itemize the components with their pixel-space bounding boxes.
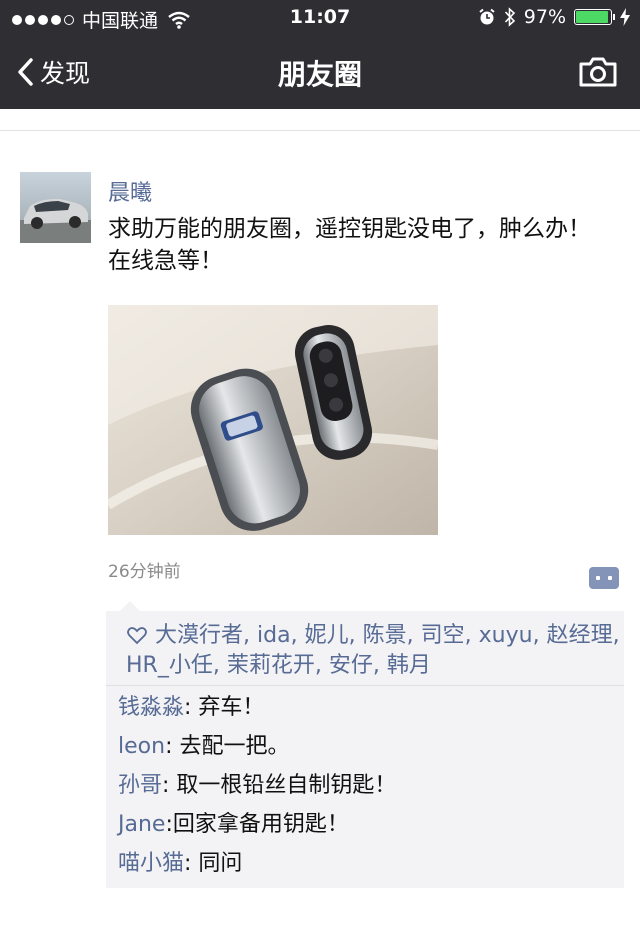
charging-icon	[620, 8, 630, 26]
like-user[interactable]: 妮儿	[305, 623, 349, 648]
battery-icon	[574, 9, 615, 25]
like-user[interactable]: 司空	[421, 623, 465, 648]
like-user[interactable]: 大漠行者	[155, 623, 243, 648]
like-separator: ,	[290, 623, 305, 648]
comment-author[interactable]: 钱淼淼	[118, 695, 184, 720]
like-user[interactable]: 韩月	[387, 653, 431, 678]
like-user[interactable]: 茉莉花开	[227, 653, 315, 678]
like-user[interactable]: HR_小任	[126, 653, 213, 678]
navigation-bar: 发现 朋友圈	[0, 36, 640, 109]
like-separator: ,	[348, 623, 363, 648]
like-separator: ,	[212, 653, 227, 678]
comment-text: 去配一把。	[179, 734, 290, 759]
alarm-icon	[479, 8, 495, 25]
like-separator: ,	[612, 623, 620, 648]
comment-separator: :	[162, 773, 177, 798]
like-separator: ,	[464, 623, 479, 648]
like-user[interactable]: 安仔	[329, 653, 373, 678]
comment-author[interactable]: 喵小猫	[118, 851, 184, 876]
comment-text: 弃车！	[198, 695, 265, 720]
camera-button[interactable]	[578, 56, 618, 92]
like-separator: ,	[314, 653, 329, 678]
likes-divider	[106, 685, 624, 686]
status-bar: 中国联通 11:07 97%	[0, 0, 640, 36]
dot	[596, 576, 600, 580]
comment-row[interactable]: Jane:回家拿备用钥匙！	[118, 806, 349, 838]
comment-row[interactable]: leon: 去配一把。	[118, 728, 289, 760]
like-separator: ,	[406, 623, 421, 648]
like-separator: ,	[532, 623, 547, 648]
comment-author[interactable]: Jane	[118, 812, 165, 837]
post-author[interactable]: 晨曦	[108, 175, 152, 207]
post-image[interactable]	[108, 305, 438, 535]
comment-separator: :	[184, 695, 199, 720]
likes-list: 大漠行者, ida, 妮儿, 陈景, 司空, xuyu, 赵经理, HR_小任,…	[126, 621, 621, 681]
like-user[interactable]: 陈景	[363, 623, 407, 648]
heart-outline-icon	[127, 627, 147, 645]
comment-author[interactable]: 孙哥	[118, 773, 162, 798]
like-user[interactable]: 赵经理	[547, 623, 613, 648]
avatar-car-image	[20, 172, 91, 243]
comment-separator: :	[165, 734, 180, 759]
comment-separator: :	[184, 851, 199, 876]
comment-separator: :	[165, 812, 173, 837]
battery-fill	[576, 11, 608, 23]
bluetooth-icon	[504, 7, 515, 27]
post-text: 求助万能的朋友圈，遥控钥匙没电了，肿么办！在线急等！	[108, 216, 591, 274]
like-separator: ,	[243, 623, 258, 648]
comment-row[interactable]: 喵小猫: 同问	[118, 845, 242, 877]
comment-action-button[interactable]	[589, 567, 619, 589]
page-title: 朋友圈	[277, 58, 362, 91]
comment-text: 回家拿备用钥匙！	[172, 812, 349, 837]
likes-comments-panel: 大漠行者, ida, 妮儿, 陈景, 司空, xuyu, 赵经理, HR_小任,…	[106, 601, 624, 888]
top-bar: 中国联通 11:07 97% 发现 朋友圈	[0, 0, 640, 109]
like-separator: ,	[372, 653, 387, 678]
comment-author[interactable]: leon	[118, 734, 165, 759]
status-right: 97%	[478, 6, 630, 28]
dot	[608, 576, 612, 580]
comment-text: 同问	[198, 851, 243, 876]
header-divider	[0, 130, 640, 131]
comment-row[interactable]: 孙哥: 取一根铅丝自制钥匙！	[118, 767, 396, 799]
avatar[interactable]	[20, 172, 91, 243]
post-timestamp: 26分钟前	[108, 562, 181, 582]
like-user[interactable]: ida	[257, 623, 291, 648]
battery-percent: 97%	[523, 6, 566, 28]
like-user[interactable]: xuyu	[479, 623, 533, 648]
car-keys-photo	[108, 305, 438, 535]
camera-icon	[579, 57, 617, 87]
comment-text: 取一根铅丝自制钥匙！	[176, 773, 397, 798]
comment-row[interactable]: 钱淼淼: 弃车！	[118, 689, 264, 721]
